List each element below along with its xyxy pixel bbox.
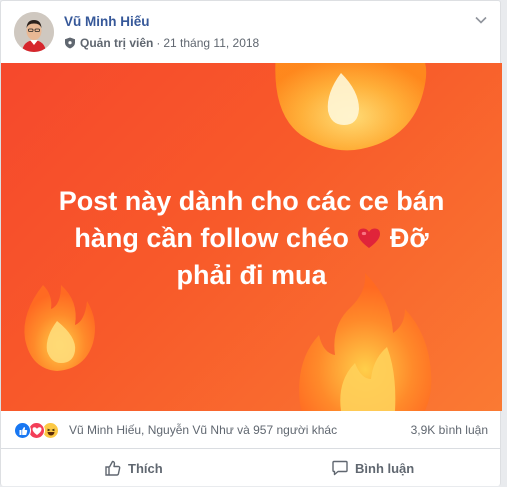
fire-icon-top-right bbox=[275, 63, 427, 151]
comment-button-label: Bình luận bbox=[355, 460, 415, 476]
fire-icon-left bbox=[24, 285, 96, 371]
reaction-names[interactable]: Vũ Minh Hiếu, Nguyễn Vũ Như và 957 người… bbox=[69, 423, 337, 437]
meta-separator: · bbox=[156, 36, 161, 50]
like-button[interactable]: Thích bbox=[104, 449, 163, 487]
post-meta: Quản trị viên · 21 tháng 11, 2018 bbox=[64, 36, 259, 50]
comment-count[interactable]: 3,9K bình luận bbox=[411, 423, 488, 437]
post-text-line-3: phải đi mua bbox=[176, 260, 327, 290]
post-image[interactable]: Post này dành cho các ce bán hàng cần fo… bbox=[1, 63, 502, 411]
post-text-line-2b: Đỡ bbox=[389, 223, 429, 253]
post-text-line-2: hàng cần follow chéo Đỡ bbox=[21, 220, 482, 257]
comment-icon bbox=[332, 460, 348, 476]
heart-icon bbox=[358, 228, 381, 248]
comment-button[interactable]: Bình luận bbox=[331, 449, 414, 487]
chevron-down-icon[interactable] bbox=[474, 13, 488, 27]
post-text-line-2a: hàng cần follow chéo bbox=[74, 223, 349, 253]
post-card: Vũ Minh Hiếu Quản trị viên · 21 tháng 11… bbox=[0, 0, 502, 487]
post-header: Vũ Minh Hiếu Quản trị viên · 21 tháng 11… bbox=[1, 1, 500, 63]
like-icon bbox=[14, 422, 31, 439]
avatar[interactable] bbox=[14, 12, 54, 52]
thumbs-up-icon bbox=[105, 460, 121, 476]
post-actions: Thích Bình luận bbox=[1, 449, 500, 487]
post-date[interactable]: 21 tháng 11, 2018 bbox=[163, 36, 259, 50]
shield-icon bbox=[65, 37, 75, 49]
like-button-label: Thích bbox=[128, 460, 163, 476]
reactions-bar: Vũ Minh Hiếu, Nguyễn Vũ Như và 957 người… bbox=[1, 411, 500, 449]
author-name[interactable]: Vũ Minh Hiếu bbox=[64, 14, 150, 29]
reaction-icons[interactable] bbox=[14, 422, 68, 439]
post-text: Post này dành cho các ce bán hàng cần fo… bbox=[21, 183, 482, 294]
post-text-line-1: Post này dành cho các ce bán bbox=[58, 186, 445, 216]
admin-role-label[interactable]: Quản trị viên bbox=[80, 36, 153, 50]
